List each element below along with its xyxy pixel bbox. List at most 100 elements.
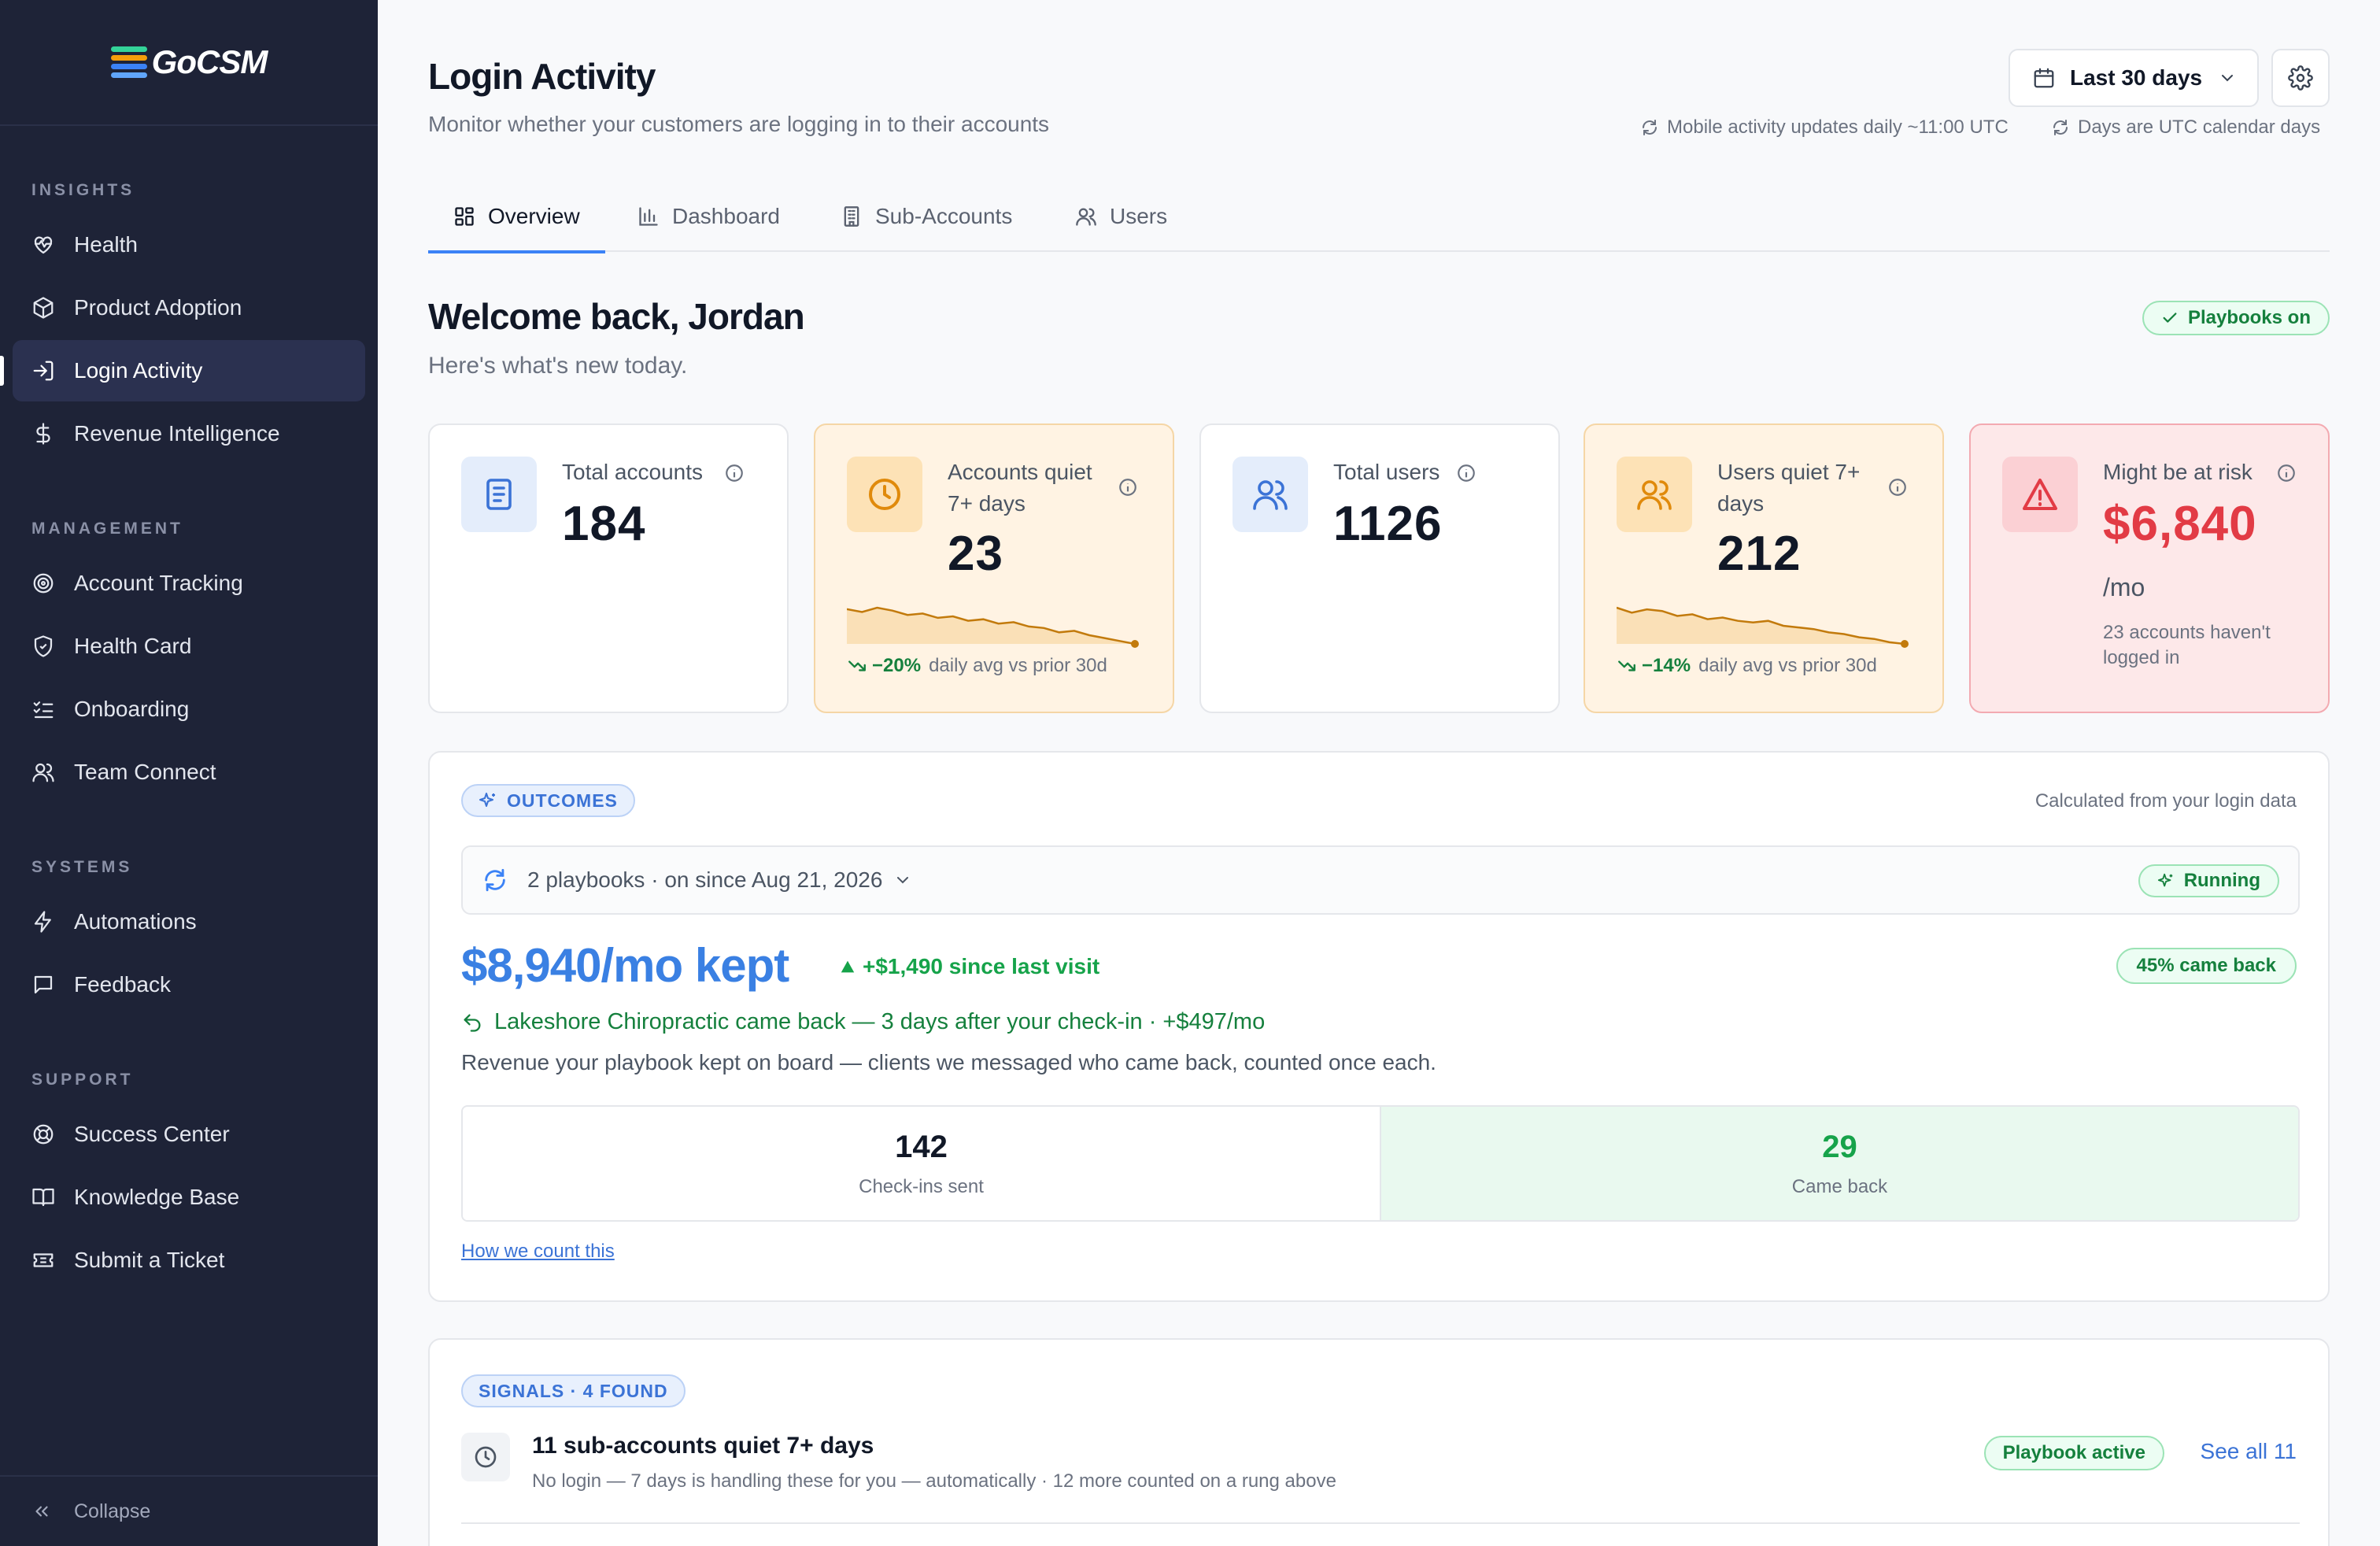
kpi-users-quiet[interactable]: Users quiet 7+ days 212 −14% daily avg v… <box>1584 423 1944 713</box>
divider <box>461 1522 2300 1524</box>
running-badge: Running <box>2138 864 2279 897</box>
users-icon <box>1617 457 1692 532</box>
sidebar-item-label: Product Adoption <box>74 295 242 320</box>
how-we-count-link[interactable]: How we count this <box>461 1241 615 1263</box>
grid-icon <box>455 207 474 226</box>
logo-stripes-icon <box>110 46 147 78</box>
sidebar-item-knowledge-base[interactable]: Knowledge Base <box>13 1167 365 1228</box>
brand-name: GoCSM <box>151 43 268 80</box>
settings-button[interactable] <box>2271 49 2330 107</box>
sidebar-item-product-adoption[interactable]: Product Adoption <box>13 277 365 338</box>
sidebar-item-onboarding[interactable]: Onboarding <box>13 679 365 740</box>
sidebar-item-feedback[interactable]: Feedback <box>13 954 365 1015</box>
clock-icon <box>847 457 922 532</box>
came-back-badge: 45% came back <box>2116 948 2297 984</box>
chevron-down-icon <box>897 877 909 884</box>
sidebar-item-health-card[interactable]: Health Card <box>13 616 365 677</box>
calendar-icon <box>2034 68 2054 88</box>
sidebar-item-submit-ticket[interactable]: Submit a Ticket <box>13 1230 365 1291</box>
undo-arrow-icon <box>464 1014 481 1032</box>
stat-came-back: 29 Came back <box>1380 1107 2298 1220</box>
info-icon[interactable] <box>1887 477 1908 497</box>
signal-title[interactable]: 11 sub-accounts quiet 7+ days <box>532 1433 874 1459</box>
collapse-button[interactable]: Collapse <box>0 1475 378 1546</box>
playbooks-dropdown[interactable]: 2 playbooks · on since Aug 21, 2026 Runn… <box>461 845 2300 915</box>
tab-overview[interactable]: Overview <box>428 181 605 253</box>
trend-text: daily avg vs prior 30d <box>1698 655 1877 676</box>
info-icon[interactable] <box>1118 477 1138 497</box>
sidebar-item-revenue-intelligence[interactable]: Revenue Intelligence <box>13 403 365 464</box>
heart-pulse-icon <box>34 236 53 254</box>
came-back-story[interactable]: Lakeshore Chiropractic came back — 3 day… <box>461 1009 1265 1035</box>
kpi-label: Total users <box>1333 460 1440 484</box>
stat-value: 29 <box>1822 1129 1857 1164</box>
sparkle-icon <box>2157 873 2172 887</box>
sidebar-item-health[interactable]: Health <box>13 214 365 276</box>
kpi-value: 23 <box>948 527 1003 581</box>
users-icon <box>1076 208 1096 226</box>
kpi-at-risk[interactable]: Might be at risk $6,840 /mo 23 accounts … <box>1969 423 2330 713</box>
sidebar: GoCSM INSIGHTS Health Product Adoption L… <box>0 0 378 1546</box>
refresh-icon <box>1643 120 1657 135</box>
kpi-accounts-quiet[interactable]: Accounts quiet 7+ days 23 −20% daily avg… <box>814 423 1174 713</box>
stat-value: 142 <box>895 1129 948 1164</box>
refresh-icon <box>2053 120 2068 135</box>
brand-logo[interactable]: GoCSM <box>0 0 378 126</box>
sidebar-item-label: Automations <box>74 909 197 934</box>
sidebar-item-label: Team Connect <box>74 760 216 784</box>
checklist-icon <box>33 701 54 719</box>
ticket-icon <box>33 1253 54 1267</box>
kpi-value: 184 <box>562 497 646 551</box>
sparkle-icon <box>479 793 495 807</box>
sidebar-item-label: Revenue Intelligence <box>74 421 280 446</box>
trend-percent: −20% <box>872 655 922 676</box>
refresh-icon <box>485 868 505 892</box>
kpi-note: 23 accounts haven't logged in <box>2103 622 2271 668</box>
sidebar-item-automations[interactable]: Automations <box>13 891 365 952</box>
signal-subtitle: No login — 7 days is handling these for … <box>532 1470 1336 1492</box>
book-icon <box>32 1188 54 1207</box>
tab-sub-accounts[interactable]: Sub-Accounts <box>841 181 1012 252</box>
kept-delta: +$1,490 since last visit <box>839 954 1099 979</box>
info-icon[interactable] <box>1456 463 1476 483</box>
tab-dashboard[interactable]: Dashboard <box>638 181 780 252</box>
kpi-total-users[interactable]: Total users 1126 <box>1199 423 1560 713</box>
kpi-value: 212 <box>1717 527 1802 581</box>
users-icon <box>1232 457 1308 532</box>
chevrons-left-icon <box>35 1506 48 1517</box>
info-icon[interactable] <box>2276 463 2297 483</box>
kpi-total-accounts[interactable]: Total accounts 184 <box>428 423 789 713</box>
sidebar-item-account-tracking[interactable]: Account Tracking <box>13 553 365 614</box>
lightning-icon <box>34 911 51 933</box>
document-icon <box>461 457 537 532</box>
sidebar-item-login-activity[interactable]: Login Activity <box>0 340 365 401</box>
playbooks-on-badge[interactable]: Playbooks on <box>2142 301 2330 335</box>
playbooks-text: 2 playbooks · on since Aug 21, 2026 <box>527 867 883 892</box>
kpi-trend: −14% daily avg vs prior 30d <box>1617 655 1877 677</box>
date-range-select[interactable]: Last 30 days <box>2009 49 2259 107</box>
tab-users[interactable]: Users <box>1075 181 1167 252</box>
stat-check-ins: 142 Check-ins sent <box>463 1107 1380 1220</box>
trend-percent: −14% <box>1642 655 1691 676</box>
see-all-link[interactable]: See all 11 <box>2201 1439 2297 1464</box>
login-icon <box>33 361 54 381</box>
gear-icon <box>2288 65 2313 91</box>
utc-note: Days are UTC calendar days <box>2051 117 2320 139</box>
tab-label: Dashboard <box>672 204 780 228</box>
stat-label: Check-ins sent <box>859 1175 984 1197</box>
welcome-title: Welcome back, Jordan <box>428 296 805 337</box>
signals-panel: SIGNALS · 4 FOUND 11 sub-accounts quiet … <box>428 1338 2330 1546</box>
tab-bar: Overview Dashboard Sub-Accounts Users <box>428 181 2330 253</box>
outcomes-panel: OUTCOMES Calculated from your login data… <box>428 751 2330 1302</box>
sidebar-item-team-connect[interactable]: Team Connect <box>13 742 365 803</box>
tab-label: Overview <box>488 204 580 228</box>
sidebar-item-success-center[interactable]: Success Center <box>13 1104 365 1165</box>
calc-note: Calculated from your login data <box>2034 790 2297 812</box>
outcomes-stats: 142 Check-ins sent 29 Came back <box>461 1105 2300 1222</box>
kpi-trend: −20% daily avg vs prior 30d <box>847 655 1107 677</box>
kpi-value: 1126 <box>1333 497 1443 551</box>
info-icon[interactable] <box>724 463 745 483</box>
chevron-down-icon <box>2222 75 2234 82</box>
trend-text: daily avg vs prior 30d <box>929 655 1107 676</box>
kpi-label: Users quiet 7+ days <box>1717 460 1861 516</box>
